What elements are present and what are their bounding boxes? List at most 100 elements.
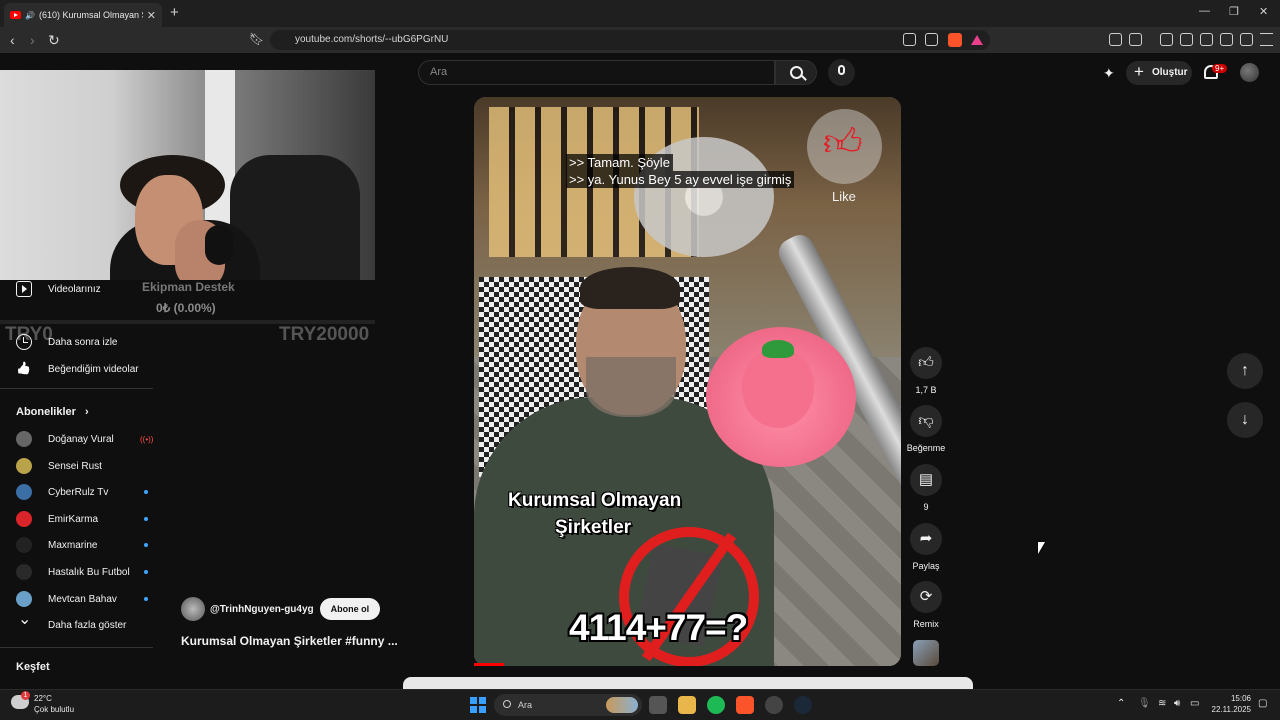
donation-goal-amount: 0₺ (0.00%) bbox=[156, 301, 216, 315]
tray-overflow-chevron-icon[interactable]: ⌃ bbox=[1117, 698, 1125, 709]
sidebar-toggle-icon[interactable] bbox=[1180, 33, 1193, 46]
battery-icon[interactable]: ▭ bbox=[1190, 698, 1199, 709]
dislike-label: Beğenme bbox=[906, 443, 946, 453]
new-tab-button[interactable]: + bbox=[170, 4, 179, 21]
wifi-icon[interactable]: ≋ bbox=[1158, 698, 1166, 709]
speaker-icon[interactable]: 🔊 bbox=[25, 11, 35, 20]
back-button[interactable]: ‹ bbox=[10, 32, 15, 48]
vpn-shield-icon[interactable] bbox=[1240, 33, 1253, 46]
weather-temperature[interactable]: 22°C bbox=[34, 694, 52, 703]
brave-shields-icon[interactable] bbox=[948, 33, 962, 47]
channel-name[interactable]: @TrinhNguyen-gu4yg bbox=[210, 604, 314, 615]
file-explorer-icon[interactable] bbox=[678, 696, 696, 714]
remix-label: Remix bbox=[913, 619, 939, 629]
wallet-icon[interactable] bbox=[1200, 33, 1213, 46]
bottom-sheet-handle[interactable] bbox=[403, 677, 973, 689]
new-content-dot bbox=[144, 570, 148, 574]
channel-avatar bbox=[16, 591, 32, 607]
sidebar-item-liked-videos[interactable]: Beğendiğim videolar bbox=[16, 359, 139, 379]
taskbar-search[interactable]: Ara bbox=[494, 694, 642, 716]
new-content-dot bbox=[144, 517, 148, 521]
browser-tab-bar: 🔊 (610) Kurumsal Olmayan Şirk ✕ + — ❐ ✕ bbox=[0, 0, 1280, 27]
subscription-item[interactable]: CyberRulz Tv bbox=[16, 482, 148, 502]
like-button[interactable]: 👍︎ 1,7 B bbox=[906, 347, 946, 395]
share-page-icon[interactable] bbox=[925, 33, 938, 46]
taskbar-date[interactable]: 22.11.2025 bbox=[1200, 705, 1251, 714]
comments-button[interactable]: ▤ 9 bbox=[906, 464, 946, 512]
subscription-item[interactable]: Sensei Rust bbox=[16, 456, 136, 476]
share-label: Paylaş bbox=[912, 561, 940, 571]
forward-button[interactable]: › bbox=[30, 32, 35, 48]
windows-start-icon[interactable] bbox=[470, 697, 486, 713]
bookmark-icon[interactable]: 🔖︎ bbox=[249, 32, 264, 46]
notification-badge: 9+ bbox=[1212, 64, 1228, 73]
remix-button[interactable]: ⟳ Remix bbox=[906, 581, 946, 629]
explore-header: Keşfet bbox=[16, 661, 50, 673]
browser-tab[interactable]: 🔊 (610) Kurumsal Olmayan Şirk ✕ bbox=[4, 3, 162, 27]
voice-search-button[interactable] bbox=[828, 59, 855, 86]
subscription-item[interactable]: Hastalık Bu Futbol bbox=[16, 562, 148, 582]
spotify-icon[interactable] bbox=[707, 696, 725, 714]
live-indicator-icon: ((•)) bbox=[140, 434, 154, 444]
share-arrow-icon: ➦ bbox=[910, 523, 942, 555]
previous-short-button[interactable]: ↑ bbox=[1227, 353, 1263, 389]
brave-rewards-icon[interactable] bbox=[971, 35, 983, 45]
weather-cloud-icon[interactable] bbox=[11, 691, 30, 709]
brave-browser-icon[interactable] bbox=[736, 696, 754, 714]
obs-icon[interactable] bbox=[765, 696, 783, 714]
create-button[interactable]: Oluştur bbox=[1126, 60, 1192, 85]
dislike-button[interactable]: 👎︎ Beğenme bbox=[906, 405, 946, 453]
maximize-button[interactable]: ❐ bbox=[1229, 5, 1239, 18]
subscription-item[interactable]: Maxmarine bbox=[16, 535, 148, 555]
extensions-icon[interactable] bbox=[1109, 33, 1122, 46]
subscribe-button[interactable]: Abone ol bbox=[319, 598, 381, 620]
next-short-button[interactable]: ↓ bbox=[1227, 402, 1263, 438]
volume-icon[interactable]: 🔊︎ bbox=[1174, 698, 1180, 709]
search-button[interactable] bbox=[775, 60, 817, 85]
steam-icon[interactable] bbox=[794, 696, 812, 714]
short-title[interactable]: Kurumsal Olmayan Şirketler #funny ... bbox=[181, 634, 398, 648]
taskbar-time[interactable]: 15:06 bbox=[1210, 694, 1251, 703]
media-icon[interactable] bbox=[1160, 33, 1173, 46]
show-more-label: Daha fazla göster bbox=[48, 619, 127, 631]
play-square-icon bbox=[16, 281, 32, 297]
sidebar-item-label: Daha sonra izle bbox=[48, 336, 118, 348]
share-button[interactable]: ➦ Paylaş bbox=[906, 523, 946, 571]
caption-line: >> Tamam. Şöyle bbox=[566, 154, 673, 171]
subscriptions-header[interactable]: Abonelikler › bbox=[16, 406, 89, 418]
close-tab-icon[interactable]: ✕ bbox=[147, 9, 156, 22]
reload-button[interactable]: ↻ bbox=[48, 32, 60, 49]
channel-avatar bbox=[16, 511, 32, 527]
subscription-item[interactable]: Doğanay Vural ((•)) bbox=[16, 429, 153, 449]
comment-count: 9 bbox=[923, 502, 929, 512]
short-video-player[interactable]: 👍︎ Like >> Tamam. Şöyle >> ya. Yunus Bey… bbox=[474, 97, 901, 666]
account-avatar[interactable] bbox=[1240, 63, 1259, 82]
channel-info: @TrinhNguyen-gu4yg Abone ol bbox=[181, 597, 381, 621]
screenshot-icon[interactable] bbox=[1129, 33, 1142, 46]
show-more-button[interactable]: Daha fazla göster bbox=[16, 609, 127, 635]
sound-thumbnail[interactable] bbox=[913, 640, 939, 666]
task-view-icon[interactable] bbox=[649, 696, 667, 714]
sidebar-item-watch-later[interactable]: Daha sonra izle bbox=[16, 332, 117, 352]
minimize-button[interactable]: — bbox=[1199, 5, 1210, 17]
channel-name: Doğanay Vural bbox=[48, 433, 114, 445]
menu-icon[interactable] bbox=[1260, 33, 1273, 46]
taskbar-search-label: Ara bbox=[518, 700, 533, 710]
comment-icon: ▤ bbox=[910, 464, 942, 496]
weather-condition[interactable]: Çok bulutlu bbox=[34, 705, 74, 714]
leo-ai-icon[interactable] bbox=[1220, 33, 1233, 46]
subscription-item[interactable]: EmirKarma bbox=[16, 509, 148, 529]
url-field[interactable]: youtube.com/shorts/--ubG6PGrNU bbox=[270, 30, 990, 50]
subscription-item[interactable]: Mevtcan Bahav bbox=[16, 589, 148, 609]
notification-center-icon[interactable]: ▢ bbox=[1258, 698, 1267, 709]
sidebar-item-your-videos[interactable]: Videolarınız bbox=[16, 279, 101, 299]
microphone-tray-icon[interactable]: 🎙︎ bbox=[1138, 698, 1151, 709]
video-progress-bar[interactable] bbox=[474, 663, 504, 666]
cast-icon[interactable] bbox=[903, 33, 916, 46]
webcam-overlay bbox=[0, 70, 375, 280]
channel-avatar[interactable] bbox=[181, 597, 205, 621]
search-input[interactable]: Ara bbox=[418, 60, 775, 85]
channel-name: EmirKarma bbox=[48, 513, 99, 525]
close-window-button[interactable]: ✕ bbox=[1259, 5, 1268, 18]
cast-shorts-icon[interactable]: ✦ bbox=[1103, 65, 1115, 82]
